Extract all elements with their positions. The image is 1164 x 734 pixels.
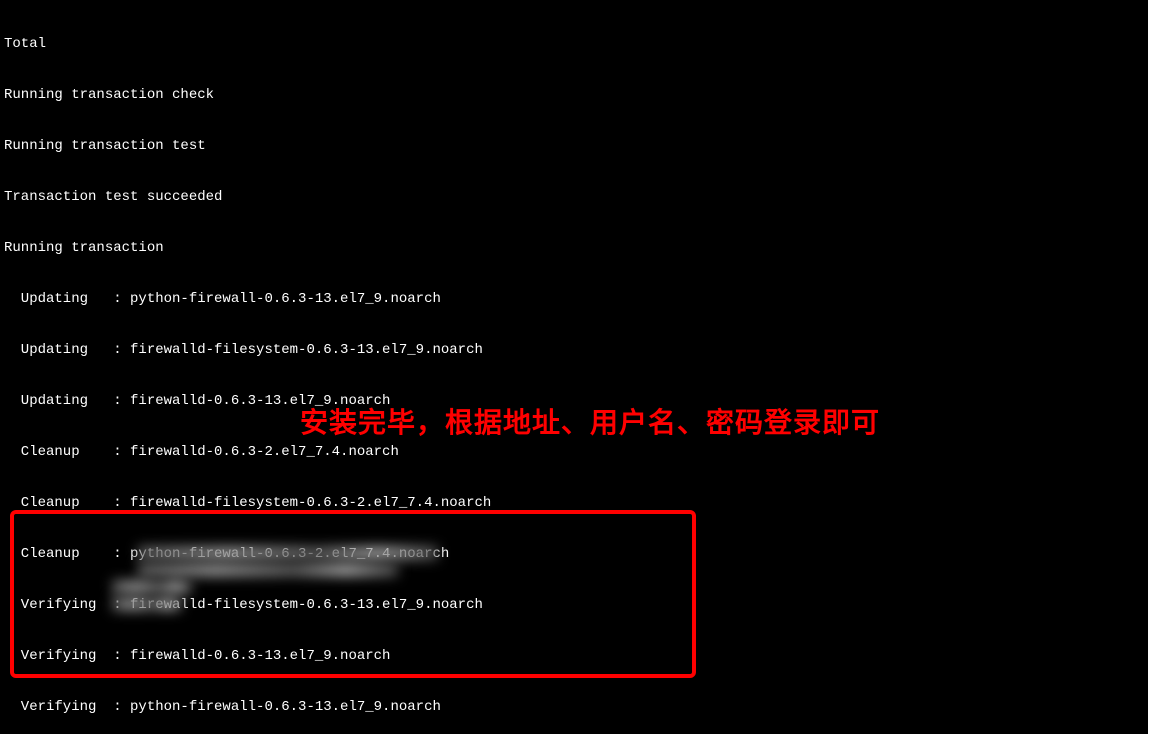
output-line: Running transaction test bbox=[4, 138, 1144, 155]
output-step: Updating : firewalld-0.6.3-13.el7_9.noar… bbox=[4, 393, 1144, 410]
redacted-block bbox=[112, 580, 192, 594]
output-step: Cleanup : firewalld-filesystem-0.6.3-2.e… bbox=[4, 495, 1144, 512]
output-step: Verifying : firewalld-0.6.3-13.el7_9.noa… bbox=[4, 648, 1144, 665]
output-step: Updating : firewalld-filesystem-0.6.3-13… bbox=[4, 342, 1144, 359]
redacted-block bbox=[112, 597, 182, 611]
redacted-block bbox=[138, 563, 398, 577]
redacted-block bbox=[138, 546, 438, 560]
output-step: Updating : python-firewall-0.6.3-13.el7_… bbox=[4, 291, 1144, 308]
output-line: Running transaction check bbox=[4, 87, 1144, 104]
output-line: Total bbox=[4, 36, 1144, 53]
output-line: Transaction test succeeded bbox=[4, 189, 1144, 206]
annotation-text: 安装完毕，根据地址、用户名、密码登录即可 bbox=[300, 414, 880, 431]
output-step: Verifying : python-firewall-0.6.3-13.el7… bbox=[4, 699, 1144, 716]
screenshot-container: Total Running transaction check Running … bbox=[0, 0, 1164, 734]
terminal-window[interactable]: Total Running transaction check Running … bbox=[0, 0, 1148, 734]
output-step: Cleanup : firewalld-0.6.3-2.el7_7.4.noar… bbox=[4, 444, 1144, 461]
output-line: Running transaction bbox=[4, 240, 1144, 257]
